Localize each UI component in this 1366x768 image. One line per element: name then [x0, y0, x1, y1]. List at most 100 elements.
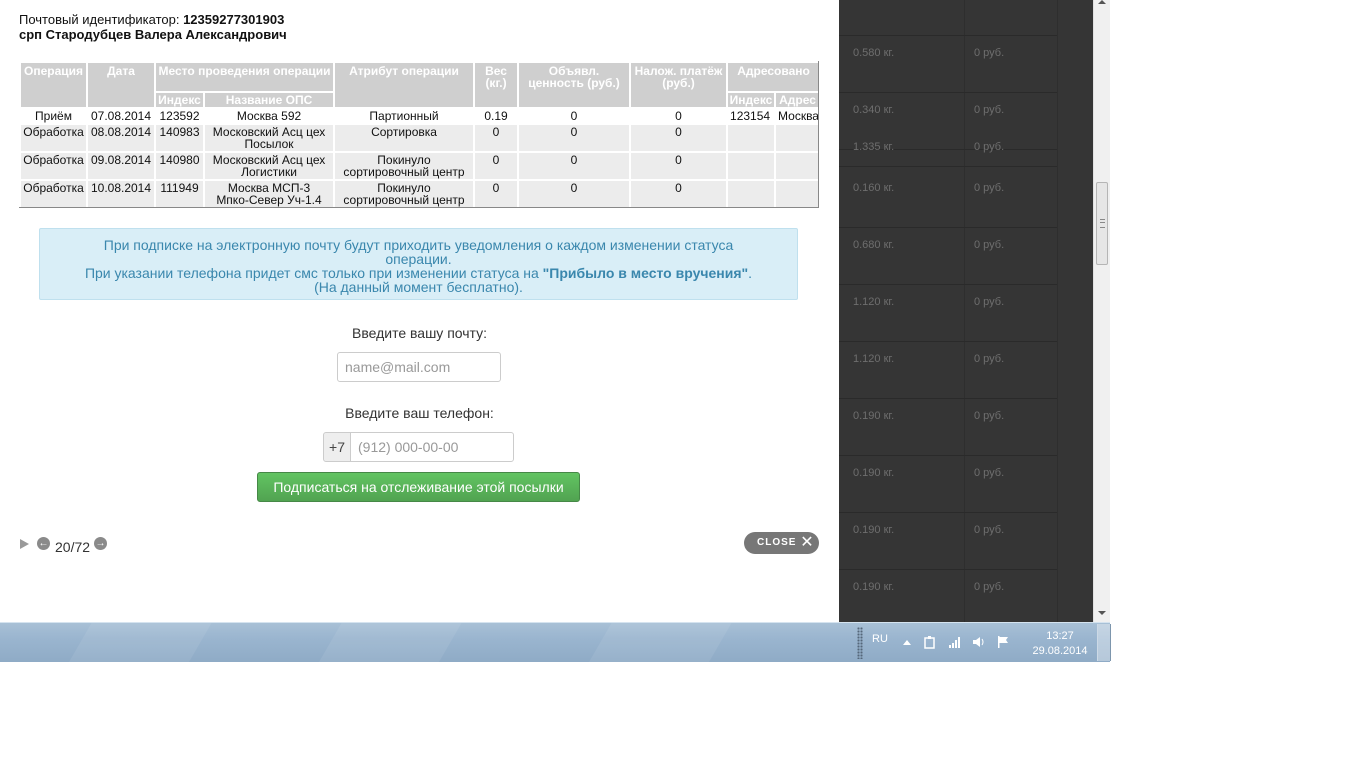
- cell-weight: 0.19: [473, 107, 520, 125]
- cell-index: 111949: [154, 179, 205, 209]
- network-icon[interactable]: [948, 635, 962, 649]
- phone-field[interactable]: (912) 000-00-00: [350, 432, 514, 462]
- cell-index: 123592: [154, 107, 205, 125]
- cell-declared: 0: [517, 107, 632, 125]
- subscribe-button[interactable]: Подписаться на отслеживание этой посылки: [257, 472, 580, 502]
- cell-cod: 0: [629, 151, 729, 181]
- taskbar-decoration: [318, 623, 462, 663]
- cell-operation: Обработка: [19, 179, 88, 209]
- postal-id-label: Почтовый идентификатор:: [19, 12, 180, 27]
- bg-price: 0 руб.: [974, 581, 1005, 593]
- taskbar-grip[interactable]: [857, 627, 863, 659]
- clock-time: 13:27: [1046, 630, 1074, 642]
- phone-label: Введите ваш телефон:: [345, 405, 494, 421]
- next-icon[interactable]: →: [94, 537, 107, 550]
- header-operation: Операция: [19, 61, 88, 109]
- header-place-index: Индекс: [154, 90, 205, 110]
- cell-weight: 0: [473, 151, 520, 181]
- email-field[interactable]: name@mail.com: [337, 352, 501, 382]
- clock[interactable]: 13:27 29.08.2014: [1030, 629, 1090, 659]
- prev-icon[interactable]: ←: [37, 537, 50, 550]
- language-indicator[interactable]: RU: [872, 633, 888, 645]
- cell-addr-index: [726, 123, 777, 153]
- background-row: 1.120 кг. 0 руб.: [839, 341, 1057, 399]
- action-center-flag-icon[interactable]: [996, 635, 1010, 649]
- cell-attribute: Покинуло сортировочный центр: [333, 179, 476, 209]
- cell-cod: 0: [629, 107, 729, 125]
- show-hidden-icons-icon[interactable]: [903, 640, 911, 645]
- device-icon[interactable]: [923, 635, 937, 649]
- background-row: 1.335 кг. 0 руб.: [839, 129, 1057, 167]
- taskbar-decoration: [68, 623, 212, 663]
- cell-ops-name: Московский Асц цех Логистики: [202, 151, 336, 181]
- cell-weight: 0: [473, 123, 520, 153]
- notice-line: (На данный момент бесплатно).: [314, 279, 523, 295]
- attr-line: сортировочный центр: [343, 165, 465, 179]
- cell-index: 140983: [154, 123, 205, 153]
- background-row: 0.580 кг. 0 руб.: [839, 35, 1057, 93]
- table-row: Обработка 08.08.2014 140983 Московский А…: [19, 123, 822, 153]
- bg-weight: 0.190 кг.: [853, 581, 895, 593]
- pager-count: 20/72: [55, 539, 91, 555]
- bg-price: 0 руб.: [974, 104, 1005, 116]
- cell-addr-index: [726, 179, 777, 209]
- header-date: Дата: [86, 61, 156, 109]
- bg-price: 0 руб.: [974, 296, 1005, 308]
- bg-weight: 0.190 кг.: [853, 467, 895, 479]
- cell-index: 140980: [154, 151, 205, 181]
- scroll-thumb[interactable]: [1096, 182, 1108, 265]
- cell-date: 08.08.2014: [86, 123, 156, 153]
- table-bottom-border: [19, 207, 819, 208]
- bg-price: 0 руб.: [974, 182, 1005, 194]
- divider: [1057, 0, 1058, 622]
- header-addressed: Адресовано: [726, 61, 822, 93]
- notice-status-name: "Прибыло в место вручения": [542, 265, 749, 281]
- show-desktop-button[interactable]: [1097, 624, 1111, 661]
- cell-declared: 0: [517, 179, 632, 209]
- attr-line: сортировочный центр: [343, 193, 465, 207]
- bg-price: 0 руб.: [974, 410, 1005, 422]
- header-cod: Налож. платёж (руб.): [629, 61, 729, 109]
- clock-date: 29.08.2014: [1032, 645, 1088, 657]
- bg-weight: 0.340 кг.: [853, 104, 895, 116]
- tracking-modal: Почтовый идентификатор: 12359277301903 с…: [0, 0, 839, 622]
- bg-weight: 1.120 кг.: [853, 296, 895, 308]
- scroll-up-icon[interactable]: [1098, 0, 1106, 4]
- email-label: Введите вашу почту:: [351, 325, 488, 341]
- ops-name-line: Логистики: [241, 165, 297, 179]
- attr-line: Сортировка: [371, 125, 437, 139]
- attr-line: Партионный: [369, 109, 439, 123]
- cell-ops-name: Москва МСП-3 Мпко-Север Уч-1.4: [202, 179, 336, 209]
- table-row: Приём 07.08.2014 123592 Москва 592 Парти…: [19, 107, 822, 125]
- table-row: Обработка 09.08.2014 140980 Московский А…: [19, 151, 822, 181]
- cell-attribute: Партионный: [333, 107, 476, 125]
- cell-attribute: Сортировка: [333, 123, 476, 153]
- background-row: 1.120 кг. 0 руб.: [839, 284, 1057, 342]
- bg-weight: 0.190 кг.: [853, 524, 895, 536]
- cell-operation: Обработка: [19, 123, 88, 153]
- bg-price: 0 руб.: [974, 467, 1005, 479]
- postal-id-line: Почтовый идентификатор: 12359277301903: [19, 13, 284, 27]
- bg-price: 0 руб.: [974, 47, 1005, 59]
- cell-addr-index: [726, 151, 777, 181]
- operations-table: Операция Дата Место проведения операции …: [19, 61, 822, 209]
- bg-weight: 1.335 кг.: [853, 141, 895, 153]
- vertical-scrollbar[interactable]: [1093, 0, 1110, 622]
- cell-addr: [774, 123, 822, 153]
- postal-id-number: 12359277301903: [183, 12, 285, 27]
- notice-line: При подписке на электронную почту будут …: [103, 237, 734, 253]
- volume-icon[interactable]: [972, 635, 986, 649]
- play-icon[interactable]: [20, 539, 29, 549]
- close-label: CLOSE: [757, 537, 797, 548]
- scroll-down-icon[interactable]: [1098, 611, 1106, 615]
- bg-weight: 0.580 кг.: [853, 47, 895, 59]
- cell-cod: 0: [629, 179, 729, 209]
- cell-cod: 0: [629, 123, 729, 153]
- header-weight: Вес (кг.): [473, 61, 520, 109]
- phone-prefix: +7: [323, 432, 351, 462]
- taskbar-decoration: [588, 623, 732, 663]
- bg-weight: 0.190 кг.: [853, 410, 895, 422]
- close-button[interactable]: CLOSE ✕: [744, 532, 819, 554]
- subscription-notice: При подписке на электронную почту будут …: [39, 228, 798, 300]
- bg-weight: 1.120 кг.: [853, 353, 895, 365]
